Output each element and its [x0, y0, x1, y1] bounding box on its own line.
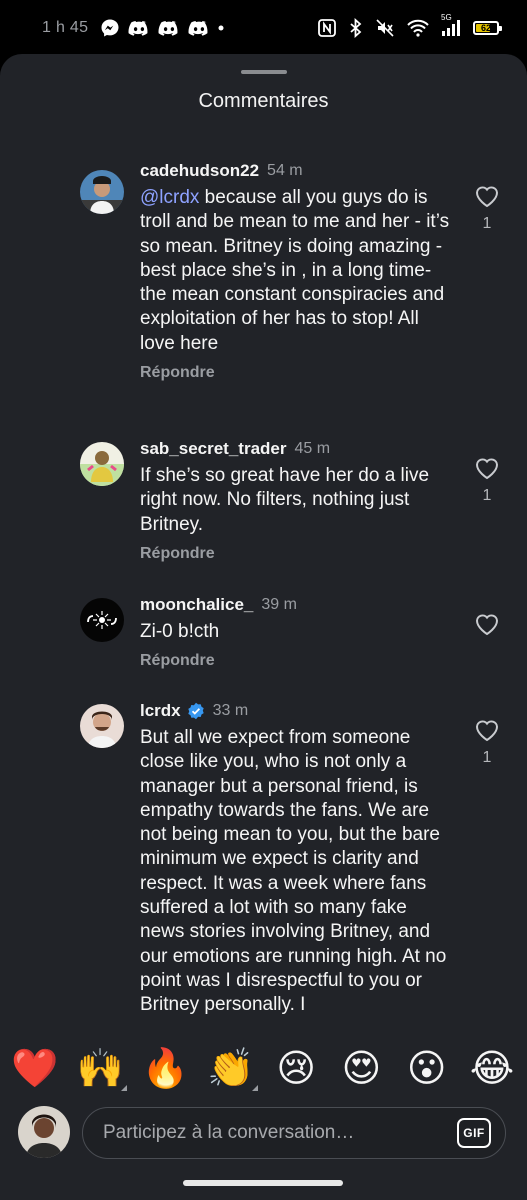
wifi-icon [407, 19, 429, 37]
system-nav-bar [0, 1166, 527, 1200]
timestamp: 39 m [261, 596, 297, 613]
gif-button[interactable]: GIF [457, 1118, 491, 1148]
status-bar-left: 1 h 45 [34, 18, 224, 38]
emoji-fire-button[interactable]: 🔥 [142, 1045, 189, 1091]
timestamp: 45 m [294, 440, 331, 457]
emoji-raised-hands-button[interactable]: 🙌 [77, 1045, 128, 1091]
emoji-quick-bar: ❤️ 🙌 🔥 👏 😢 😍 😮 😂 [0, 1036, 527, 1100]
heart-icon[interactable] [474, 186, 500, 212]
status-time: 1 h 45 [42, 19, 89, 36]
emoji-clap-button[interactable]: 👏 [207, 1045, 258, 1091]
comment-meta: lcrdx 33 m [140, 700, 452, 722]
battery-percent: 62 [480, 23, 491, 33]
comment-body: lcrdx 33 m But all we expect from someon… [140, 700, 452, 1018]
emoji-crying-button[interactable]: 😢 [273, 1045, 319, 1091]
reply-button[interactable]: Répondre [140, 545, 452, 563]
dot-icon [218, 25, 224, 31]
comment-composer: GIF [0, 1100, 527, 1166]
reply-button[interactable]: Répondre [140, 364, 452, 382]
drag-handle[interactable] [241, 70, 287, 74]
mention-link[interactable]: @lcrdx [140, 187, 199, 208]
comment-meta: sab_secret_trader 45 m [140, 438, 452, 460]
username[interactable]: lcrdx [140, 701, 181, 721]
comment-body: moonchalice_ 39 m Zi-0 b!cth Répondre [140, 594, 452, 670]
heart-icon[interactable] [474, 458, 500, 484]
comment-meta: moonchalice_ 39 m [140, 594, 452, 616]
like-count: 1 [482, 215, 492, 232]
comments-sheet: Commentaires cadehudson22 54 m @lcrdx be… [0, 54, 527, 1200]
messenger-icon [100, 18, 120, 38]
discord-icon [188, 19, 210, 37]
like-count: 1 [482, 749, 492, 766]
comment-text: Zi-0 b!cth [140, 621, 220, 642]
like-control[interactable]: 1 [472, 456, 502, 505]
home-gesture-bar[interactable] [183, 1180, 343, 1186]
emoji-heart-eyes-button[interactable]: 😍 [338, 1045, 384, 1091]
username[interactable]: cadehudson22 [140, 161, 259, 181]
comment-text-body: because all you guys do is troll and be … [140, 187, 450, 354]
avatar[interactable] [80, 704, 124, 748]
username[interactable]: moonchalice_ [140, 595, 253, 615]
signal-5g-icon: 5G [441, 13, 461, 37]
avatar[interactable] [80, 170, 124, 214]
sheet-title: Commentaires [198, 90, 329, 112]
heart-icon[interactable] [474, 614, 500, 640]
comment-text: @lcrdx because all you guys do is troll … [140, 186, 452, 356]
bluetooth-icon [349, 18, 363, 38]
avatar[interactable] [80, 442, 124, 486]
network-label: 5G [441, 13, 452, 22]
like-control[interactable] [472, 612, 502, 641]
comment-text: If she’s so great have her do a live rig… [140, 465, 430, 535]
emoji-laughing-button[interactable]: 😂 [469, 1045, 515, 1091]
status-bar-right: 5G 62 [317, 13, 502, 38]
like-control[interactable]: 1 [472, 718, 502, 767]
emoji-surprised-button[interactable]: 😮 [404, 1045, 450, 1091]
like-count: 1 [482, 487, 492, 504]
reply-button[interactable]: Répondre [140, 652, 452, 670]
comment-text: But all we expect from someone close lik… [140, 727, 447, 1016]
verified-badge-icon [187, 702, 205, 720]
timestamp: 33 m [212, 702, 249, 719]
heart-icon[interactable] [474, 720, 500, 746]
discord-icon [158, 19, 180, 37]
nfc-icon [317, 18, 337, 38]
comment-input-container: GIF [82, 1107, 506, 1159]
comment-body: sab_secret_trader 45 m If she’s so great… [140, 438, 452, 563]
comment-body: cadehudson22 54 m @lcrdx because all you… [140, 160, 452, 382]
current-user-avatar [18, 1106, 70, 1158]
status-bar: 1 h 45 5G 62 [0, 0, 527, 56]
mute-icon [375, 18, 395, 38]
username[interactable]: sab_secret_trader [140, 439, 286, 459]
comment-input[interactable] [103, 1122, 457, 1144]
discord-icon [128, 19, 150, 37]
avatar[interactable] [80, 598, 124, 642]
battery-icon: 62 [473, 21, 502, 35]
comment-meta: cadehudson22 54 m [140, 160, 452, 182]
timestamp: 54 m [267, 162, 303, 179]
comment-list[interactable]: cadehudson22 54 m @lcrdx because all you… [0, 154, 527, 1036]
like-control[interactable]: 1 [472, 184, 502, 233]
emoji-heart-button[interactable]: ❤️ [11, 1045, 58, 1091]
